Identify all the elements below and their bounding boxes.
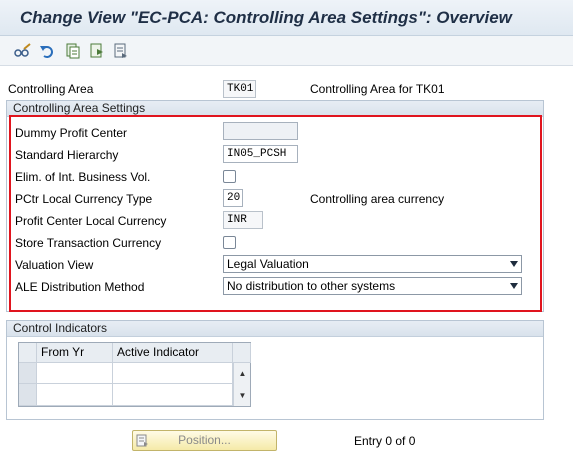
- standard-hierarchy-input[interactable]: IN05_PCSH: [223, 145, 298, 163]
- row-selector[interactable]: [19, 363, 37, 384]
- export-icon: [90, 43, 103, 58]
- controlling-area-description: Controlling Area for TK01: [310, 82, 445, 96]
- table-scrollbar[interactable]: ▲ ▼: [233, 363, 250, 406]
- profit-center-local-currency-label: Profit Center Local Currency: [15, 214, 167, 228]
- glasses-pencil-icon: [14, 43, 31, 57]
- control-indicators-title: Control Indicators: [7, 321, 543, 337]
- valuation-view-label: Valuation View: [15, 258, 94, 272]
- entry-counter: Entry 0 of 0: [354, 434, 416, 448]
- table-cell[interactable]: [37, 363, 113, 384]
- page-title: Change View "EC-PCA: Controlling Area Se…: [20, 8, 512, 27]
- ale-distribution-value: No distribution to other systems: [227, 279, 396, 293]
- title-bar: Change View "EC-PCA: Controlling Area Se…: [0, 0, 573, 36]
- details-button[interactable]: [112, 42, 130, 60]
- ale-distribution-label: ALE Distribution Method: [15, 280, 145, 294]
- chevron-down-icon: [510, 283, 518, 289]
- copy-entry-button[interactable]: [64, 42, 82, 60]
- ale-distribution-dropdown[interactable]: No distribution to other systems: [223, 277, 522, 295]
- control-indicators-table: From Yr Active Indicator ▲ ▼: [18, 342, 251, 407]
- pctr-local-currency-type-label: PCtr Local Currency Type: [15, 192, 153, 206]
- column-header-from-yr[interactable]: From Yr: [37, 343, 113, 363]
- table-cell[interactable]: [113, 363, 233, 384]
- position-icon: [136, 434, 148, 447]
- scroll-up-icon[interactable]: ▲: [234, 367, 251, 379]
- details-icon: [114, 43, 127, 58]
- table-cell[interactable]: [113, 384, 233, 406]
- store-transaction-currency-checkbox[interactable]: [223, 236, 236, 249]
- standard-hierarchy-label: Standard Hierarchy: [15, 148, 119, 162]
- pctr-local-currency-type-input[interactable]: 20: [223, 189, 243, 207]
- controlling-area-field[interactable]: TK01: [223, 80, 256, 98]
- select-all-cell[interactable]: [19, 343, 37, 363]
- column-header-active-indicator[interactable]: Active Indicator: [113, 343, 233, 363]
- undo-icon: [40, 46, 53, 58]
- elim-int-business-label: Elim. of Int. Business Vol.: [15, 170, 151, 184]
- display-change-button[interactable]: [14, 42, 32, 60]
- valuation-view-value: Legal Valuation: [227, 257, 309, 271]
- column-settings-cell[interactable]: [233, 343, 251, 363]
- position-button-label: Position...: [178, 433, 231, 447]
- position-button[interactable]: Position...: [132, 430, 277, 451]
- copy-entry-icon: [66, 43, 80, 59]
- table-cell[interactable]: [37, 384, 113, 406]
- row-selector[interactable]: [19, 384, 37, 406]
- store-transaction-currency-label: Store Transaction Currency: [15, 236, 162, 250]
- pctr-local-currency-type-description: Controlling area currency: [310, 192, 445, 206]
- controlling-area-label: Controlling Area: [8, 82, 94, 96]
- dummy-profit-center-label: Dummy Profit Center: [15, 126, 128, 140]
- chevron-down-icon: [510, 261, 518, 267]
- undo-button[interactable]: [38, 42, 56, 60]
- dummy-profit-center-input[interactable]: [223, 122, 298, 140]
- export-button[interactable]: [88, 42, 106, 60]
- profit-center-local-currency-field[interactable]: INR: [223, 211, 263, 229]
- elim-int-business-checkbox[interactable]: [223, 170, 236, 183]
- valuation-view-dropdown[interactable]: Legal Valuation: [223, 255, 522, 273]
- scroll-down-icon[interactable]: ▼: [234, 389, 251, 401]
- application-toolbar: [0, 36, 573, 66]
